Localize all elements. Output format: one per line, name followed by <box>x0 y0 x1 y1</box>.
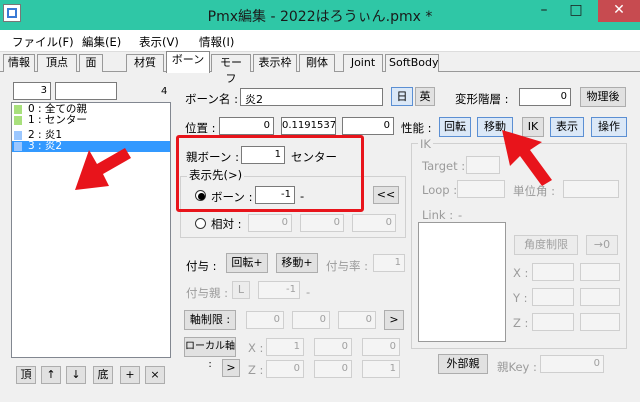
ik-z-min-input[interactable] <box>532 313 574 331</box>
list-item[interactable]: 1 : センター <box>12 115 170 126</box>
grant-rotate-button[interactable]: 回転+ <box>226 253 268 273</box>
angle-limit-button[interactable]: 角度制限 <box>514 235 578 255</box>
tab-joint[interactable]: Joint <box>343 54 383 72</box>
color-swatch <box>14 105 22 114</box>
bone-name-label: ボーン名 : <box>185 92 238 106</box>
tab-bone[interactable]: ボーン <box>166 51 210 73</box>
delete-bone-button[interactable]: × <box>145 366 165 384</box>
tab-softbody[interactable]: SoftBody <box>385 54 439 72</box>
local-z-2-input[interactable]: 0 <box>314 360 352 378</box>
tab-morph[interactable]: モーフ <box>211 54 251 85</box>
axis-arrow-button[interactable]: > <box>384 310 404 330</box>
local-x-1-input[interactable]: 1 <box>266 338 304 356</box>
menu-file[interactable]: ファイル(F) <box>12 34 74 50</box>
color-swatch <box>14 142 22 151</box>
move-up-button[interactable]: ↑ <box>41 366 61 384</box>
add-bone-button[interactable]: + <box>120 366 140 384</box>
move-down-button[interactable]: ↓ <box>66 366 86 384</box>
local-x-label: X : <box>248 341 264 355</box>
axis-limit-button[interactable]: 軸制限 : <box>184 310 236 330</box>
ik-target-label: Target : <box>422 159 466 173</box>
axis-z-input[interactable]: 0 <box>338 311 376 329</box>
close-icon[interactable]: ✕ <box>598 0 640 22</box>
position-y-input[interactable]: 0.1191537 <box>281 117 336 135</box>
local-z-3-input[interactable]: 1 <box>362 360 400 378</box>
maximize-icon[interactable]: □ <box>562 0 590 22</box>
bone-count: 4 <box>161 86 168 97</box>
tab-vertex[interactable]: 頂点 <box>37 54 77 72</box>
position-label: 位置 : <box>185 121 216 135</box>
ik-loop-label: Loop : <box>422 183 458 197</box>
local-axis-button[interactable]: ローカル軸 : <box>184 337 236 370</box>
grant-rate-input[interactable]: 1 <box>373 254 405 272</box>
relative-z-input[interactable]: 0 <box>352 214 396 232</box>
menu-info[interactable]: 情報(I) <box>199 34 234 50</box>
ik-x-label: X : <box>513 266 529 280</box>
local-arrow-button[interactable]: > <box>222 359 240 377</box>
ik-x-max-input[interactable] <box>580 263 620 281</box>
menu-view[interactable]: 表示(V) <box>139 34 179 50</box>
grant-rate-label: 付与率 : <box>326 259 369 273</box>
relative-x-input[interactable]: 0 <box>248 214 292 232</box>
position-x-input[interactable]: 0 <box>219 117 274 135</box>
ik-unit-angle-input[interactable] <box>563 180 619 198</box>
axis-y-input[interactable]: 0 <box>292 311 330 329</box>
collapse-button[interactable]: << <box>373 186 399 204</box>
tab-info[interactable]: 情報 <box>3 54 35 72</box>
reset-zero-button[interactable]: →0 <box>586 235 618 255</box>
move-bottom-button[interactable]: 底 <box>93 366 113 384</box>
annotation-box <box>176 135 364 212</box>
tab-material[interactable]: 材質 <box>126 54 164 72</box>
lang-jp-button[interactable]: 日 <box>391 87 413 106</box>
axis-x-input[interactable]: 0 <box>246 311 284 329</box>
ik-y-label: Y : <box>513 291 528 305</box>
menu-edit[interactable]: 編集(E) <box>82 34 121 50</box>
ik-link-dash: - <box>458 208 463 222</box>
local-x-3-input[interactable]: 0 <box>362 338 400 356</box>
ik-z-label: Z : <box>513 316 529 330</box>
move-top-button[interactable]: 頂 <box>16 366 36 384</box>
external-parent-button[interactable]: 外部親 <box>438 354 488 374</box>
rotate-toggle[interactable]: 回転 <box>439 117 471 137</box>
grant-parent-input[interactable]: -1 <box>258 281 300 299</box>
layer-label: 変形階層 : <box>455 92 509 106</box>
ik-link-list[interactable] <box>418 222 506 342</box>
grant-label: 付与 : <box>186 259 217 273</box>
ik-group-title: IK <box>418 137 433 151</box>
dest-relative-label: 相対 : <box>211 217 242 231</box>
dest-relative-radio[interactable] <box>195 218 206 229</box>
grant-move-button[interactable]: 移動+ <box>276 253 318 273</box>
external-key-label: 親Key : <box>497 360 537 374</box>
tab-rigid-body[interactable]: 剛体 <box>299 54 335 72</box>
after-physics-button[interactable]: 物理後 <box>580 87 626 107</box>
ik-link-label: Link : <box>422 208 454 222</box>
local-z-1-input[interactable]: 0 <box>266 360 304 378</box>
ik-y-max-input[interactable] <box>580 288 620 306</box>
tab-display-frame[interactable]: 表示枠 <box>253 54 297 72</box>
ik-z-max-input[interactable] <box>580 313 620 331</box>
minimize-icon[interactable]: – <box>530 0 558 22</box>
performance-label: 性能 : <box>401 121 432 135</box>
bone-search-input[interactable] <box>55 82 117 100</box>
relative-y-input[interactable]: 0 <box>300 214 344 232</box>
color-swatch <box>14 116 22 125</box>
red-arrow-icon <box>502 130 552 186</box>
color-swatch <box>14 131 22 140</box>
ik-y-min-input[interactable] <box>532 288 574 306</box>
local-x-2-input[interactable]: 0 <box>314 338 352 356</box>
local-z-label: Z : <box>248 363 264 377</box>
layer-input[interactable]: 0 <box>519 88 571 106</box>
external-key-input[interactable]: 0 <box>540 355 604 373</box>
operable-toggle[interactable]: 操作 <box>591 117 627 137</box>
tab-face[interactable]: 面 <box>79 54 103 72</box>
bone-index-input[interactable]: 3 <box>13 82 51 100</box>
bone-name-input[interactable]: 炎2 <box>240 88 383 106</box>
ik-x-min-input[interactable] <box>532 263 574 281</box>
grant-parent-dash: - <box>306 285 311 299</box>
lang-en-button[interactable]: 英 <box>415 87 435 106</box>
grant-parent-label: 付与親 : <box>186 286 229 300</box>
grant-local-button[interactable]: L <box>232 281 250 299</box>
red-arrow-icon <box>75 148 131 190</box>
position-z-input[interactable]: 0 <box>342 117 394 135</box>
